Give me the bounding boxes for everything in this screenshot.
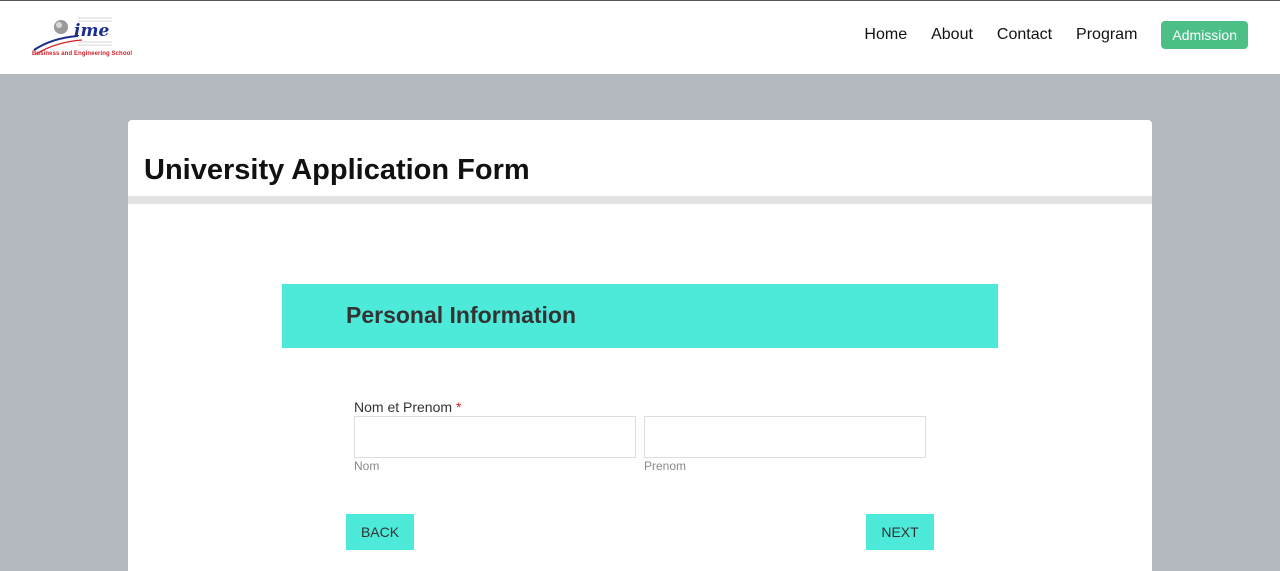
section-banner: Personal Information — [282, 284, 998, 348]
required-marker: * — [455, 399, 462, 415]
name-field-label-text: Nom et Prenom — [354, 399, 453, 415]
application-form-card: University Application Form Personal Inf… — [128, 120, 1152, 571]
page-title: University Application Form — [144, 154, 530, 186]
nom-sublabel: Nom — [354, 459, 380, 473]
next-button[interactable]: NEXT — [866, 514, 934, 550]
nav-about-link[interactable]: About — [931, 21, 973, 49]
name-field-label: Nom et Prenom * — [354, 399, 461, 415]
admission-button[interactable]: Admission — [1161, 21, 1248, 49]
prenom-sublabel: Prenom — [644, 459, 687, 473]
nav-program-link[interactable]: Program — [1076, 21, 1137, 49]
nom-input[interactable] — [354, 416, 636, 458]
svg-text:ime: ime — [74, 21, 109, 41]
top-navbar: ime Business and Engineering School Home… — [0, 0, 1280, 74]
nav-menu: Home About Contact Program Admission — [840, 21, 1248, 49]
section-title: Personal Information — [346, 302, 577, 328]
nav-home-link[interactable]: Home — [864, 21, 907, 49]
prenom-input[interactable] — [644, 416, 926, 458]
logo-tagline: Business and Engineering School — [32, 51, 133, 57]
back-button[interactable]: BACK — [346, 514, 414, 550]
nav-contact-link[interactable]: Contact — [997, 21, 1052, 49]
